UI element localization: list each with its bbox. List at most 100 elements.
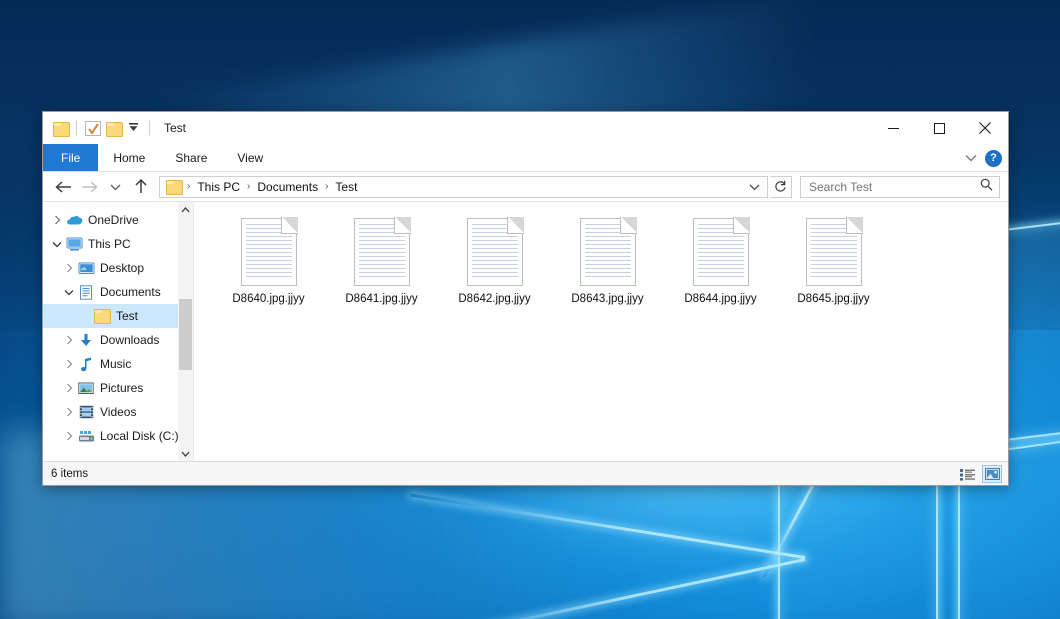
sidebar-item-desktop[interactable]: Desktop xyxy=(43,256,193,280)
music-note-icon xyxy=(77,357,95,372)
sidebar-item-label: Test xyxy=(116,309,138,323)
sidebar-item-videos[interactable]: Videos xyxy=(43,400,193,424)
file-item[interactable]: D8641.jpg.jjyy xyxy=(325,212,438,315)
breadcrumb-item-documents[interactable]: Documents xyxy=(254,180,321,194)
address-bar: › This PC › Documents › Test xyxy=(43,172,1008,201)
back-button[interactable] xyxy=(51,175,75,199)
scrollbar-track[interactable] xyxy=(178,217,193,446)
navigation-pane: OneDrive This PC xyxy=(43,202,193,461)
desktop-icon xyxy=(77,262,95,275)
explorer-content: OneDrive This PC xyxy=(43,201,1008,461)
expand-ribbon-chevron-icon[interactable] xyxy=(965,149,977,167)
sidebar-item-label: Pictures xyxy=(100,381,143,395)
generic-file-icon xyxy=(693,218,749,286)
chevron-right-icon[interactable] xyxy=(61,407,77,417)
file-name-label: D8644.jpg.jjyy xyxy=(684,293,756,305)
details-view-button[interactable] xyxy=(958,465,978,483)
file-item[interactable]: D8640.jpg.jjyy xyxy=(212,212,325,315)
sidebar-item-this-pc[interactable]: This PC xyxy=(43,232,193,256)
file-item[interactable]: D8642.jpg.jjyy xyxy=(438,212,551,315)
navigation-scrollbar[interactable] xyxy=(178,202,193,461)
breadcrumb-folder-icon[interactable] xyxy=(166,180,181,193)
ribbon-tab-bar: File Home Share View ? xyxy=(43,144,1008,172)
chevron-right-icon[interactable] xyxy=(49,215,65,225)
sidebar-item-pictures[interactable]: Pictures xyxy=(43,376,193,400)
generic-file-icon xyxy=(580,218,636,286)
breadcrumb-item-test[interactable]: Test xyxy=(332,180,360,194)
chevron-down-icon[interactable] xyxy=(61,289,77,296)
file-name-label: D8643.jpg.jjyy xyxy=(571,293,643,305)
sidebar-item-downloads[interactable]: Downloads xyxy=(43,328,193,352)
maximize-button[interactable] xyxy=(916,112,962,144)
chevron-right-icon[interactable] xyxy=(61,383,77,393)
help-button[interactable]: ? xyxy=(985,150,1002,167)
pictures-icon xyxy=(77,382,95,395)
scroll-down-arrow-icon[interactable] xyxy=(178,446,193,461)
view-mode-buttons xyxy=(958,462,1002,486)
sidebar-item-label: OneDrive xyxy=(88,213,139,227)
downloads-arrow-icon xyxy=(77,333,95,348)
search-input[interactable] xyxy=(807,179,980,195)
recent-locations-button[interactable] xyxy=(103,175,127,199)
folder-icon xyxy=(93,309,111,323)
search-icon[interactable] xyxy=(980,178,993,196)
sidebar-item-music[interactable]: Music xyxy=(43,352,193,376)
properties-icon[interactable] xyxy=(85,121,101,136)
generic-file-icon xyxy=(467,218,523,286)
tab-file[interactable]: File xyxy=(43,144,98,171)
onedrive-cloud-icon xyxy=(65,214,83,226)
forward-button[interactable] xyxy=(77,175,101,199)
status-bar: 6 items xyxy=(43,461,1008,485)
tab-view[interactable]: View xyxy=(222,144,278,171)
chevron-right-icon[interactable] xyxy=(61,335,77,345)
generic-file-icon xyxy=(806,218,862,286)
refresh-button[interactable] xyxy=(770,176,792,198)
title-bar: Test xyxy=(43,112,1008,144)
file-list-pane[interactable]: D8640.jpg.jjyy D8641.jpg.jjyy D8642.jpg.… xyxy=(193,202,1008,461)
sidebar-item-test[interactable]: Test xyxy=(43,304,193,328)
sidebar-item-label: Local Disk (C:) xyxy=(100,429,179,443)
up-button[interactable] xyxy=(129,175,153,199)
large-icons-view-button[interactable] xyxy=(982,465,1002,483)
file-explorer-window: Test File Home Share View ? xyxy=(42,111,1009,486)
address-dropdown-icon[interactable] xyxy=(745,177,763,197)
breadcrumb-separator-2: › xyxy=(321,181,332,192)
generic-file-icon xyxy=(241,218,297,286)
chevron-right-icon[interactable] xyxy=(61,263,77,273)
this-pc-monitor-icon xyxy=(65,237,83,251)
minimize-button[interactable] xyxy=(870,112,916,144)
file-item[interactable]: D8643.jpg.jjyy xyxy=(551,212,664,315)
scroll-up-arrow-icon[interactable] xyxy=(178,202,193,217)
sidebar-item-onedrive[interactable]: OneDrive xyxy=(43,208,193,232)
qat-separator-1 xyxy=(76,121,77,135)
tab-share[interactable]: Share xyxy=(160,144,222,171)
item-count-label: 6 items xyxy=(51,468,88,480)
videos-filmstrip-icon xyxy=(77,405,95,419)
scrollbar-thumb[interactable] xyxy=(179,299,192,370)
ribbon-right-controls: ? xyxy=(965,144,1002,172)
folder-icon[interactable] xyxy=(53,122,68,135)
chevron-right-icon[interactable] xyxy=(61,431,77,441)
chevron-right-icon[interactable] xyxy=(61,359,77,369)
navigation-tree: OneDrive This PC xyxy=(43,202,193,448)
sidebar-item-label: Videos xyxy=(100,405,136,419)
sidebar-item-label: Music xyxy=(100,357,131,371)
window-title: Test xyxy=(164,121,186,135)
close-button[interactable] xyxy=(962,112,1008,144)
quick-access-toolbar: Test xyxy=(43,121,186,136)
sidebar-item-label: Downloads xyxy=(100,333,159,347)
chevron-down-icon[interactable] xyxy=(49,241,65,248)
file-name-label: D8642.jpg.jjyy xyxy=(458,293,530,305)
search-box[interactable] xyxy=(800,176,1000,198)
sidebar-item-documents[interactable]: Documents xyxy=(43,280,193,304)
breadcrumb-item-this-pc[interactable]: This PC xyxy=(194,180,243,194)
new-folder-icon[interactable] xyxy=(106,122,121,135)
file-item[interactable]: D8644.jpg.jjyy xyxy=(664,212,777,315)
customize-qat-caret-icon[interactable] xyxy=(126,123,141,134)
sidebar-item-local-disk-c[interactable]: Local Disk (C:) xyxy=(43,424,193,448)
breadcrumb[interactable]: › This PC › Documents › Test xyxy=(159,176,768,198)
hard-drive-icon xyxy=(77,430,95,443)
file-item[interactable]: D8645.jpg.jjyy xyxy=(777,212,890,315)
file-grid: D8640.jpg.jjyy D8641.jpg.jjyy D8642.jpg.… xyxy=(212,212,1008,315)
tab-home[interactable]: Home xyxy=(98,144,160,171)
